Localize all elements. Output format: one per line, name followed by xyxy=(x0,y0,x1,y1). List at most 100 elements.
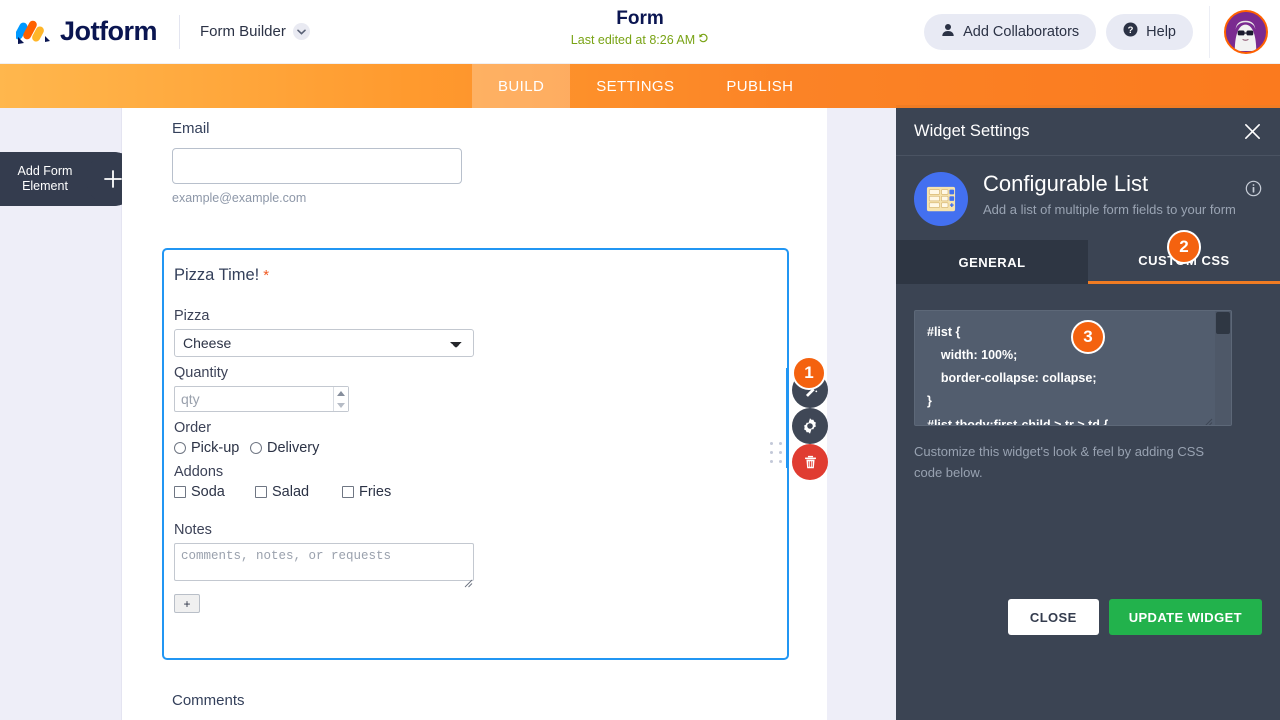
addon-option-salad[interactable]: Salad xyxy=(255,484,342,500)
order-option-pickup-label: Pick-up xyxy=(191,440,239,456)
notes-field-group: Notes + xyxy=(174,522,777,613)
tab-publish[interactable]: PUBLISH xyxy=(700,64,819,108)
addons-label: Addons xyxy=(174,464,777,480)
form-builder-menu[interactable]: Form Builder xyxy=(200,23,310,40)
element-action-toolbar: 1 xyxy=(792,372,828,480)
custom-css-help-text: Customize this widget's look & feel by a… xyxy=(914,442,1214,484)
add-form-element-button[interactable]: Add Form Element xyxy=(0,152,140,206)
widget-settings-tabs: GENERAL CUSTOM CSS xyxy=(896,240,1280,284)
tab-build[interactable]: BUILD xyxy=(472,64,570,108)
tab-settings-label: SETTINGS xyxy=(596,78,674,95)
chevron-down-icon xyxy=(293,23,310,40)
addons-field-group: Addons Soda Salad Fries xyxy=(174,464,777,500)
quantity-spinner[interactable] xyxy=(333,387,348,411)
add-collaborators-button[interactable]: Add Collaborators xyxy=(924,14,1096,50)
custom-css-scrollbar[interactable] xyxy=(1215,311,1231,425)
page-title: Form xyxy=(616,8,664,30)
widget-name: Configurable List xyxy=(983,172,1236,196)
addon-option-fries-label: Fries xyxy=(359,484,391,500)
canvas-right-gutter xyxy=(827,108,896,720)
builder-tabbar: BUILD SETTINGS PUBLISH xyxy=(0,64,1280,108)
add-list-row-button[interactable]: + xyxy=(174,594,200,613)
close-icon[interactable] xyxy=(1243,122,1262,141)
last-edited-text: Last edited at 8:26 AM xyxy=(571,33,695,47)
header-separator xyxy=(1209,6,1210,58)
pizza-field-group: Pizza Cheese xyxy=(174,308,777,357)
configurable-list-icon xyxy=(914,172,968,226)
email-sublabel: example@example.com xyxy=(172,191,502,205)
radio-icon-pickup[interactable] xyxy=(174,442,186,454)
left-rail: Add Form Element xyxy=(0,108,122,720)
tab-publish-label: PUBLISH xyxy=(726,78,793,95)
comments-label: Comments xyxy=(172,692,245,709)
tab-general[interactable]: GENERAL xyxy=(896,240,1088,284)
widget-settings-panel: Widget Settings xyxy=(896,105,1280,720)
pizza-card-title-text: Pizza Time! xyxy=(174,266,259,284)
info-icon[interactable] xyxy=(1245,180,1262,197)
quantity-field-group: Quantity xyxy=(174,365,777,412)
notes-textarea[interactable] xyxy=(174,543,474,581)
jotform-form-builder-app: Jotform Form Builder Form Last edited at… xyxy=(0,0,1280,720)
order-option-delivery[interactable]: Delivery xyxy=(250,440,319,456)
add-form-element-line1: Add Form xyxy=(18,164,73,178)
order-field-group: Order Pick-up Delivery xyxy=(174,420,777,456)
addon-option-fries[interactable]: Fries xyxy=(342,484,391,500)
email-field[interactable] xyxy=(172,148,462,184)
drag-handle-icon[interactable] xyxy=(770,442,784,465)
custom-css-scrollbar-thumb[interactable] xyxy=(1216,312,1230,334)
checkbox-icon-fries[interactable] xyxy=(342,486,354,498)
tab-general-label: GENERAL xyxy=(958,255,1025,270)
step-badge-2: 2 xyxy=(1167,230,1201,264)
question-mark-icon: ? xyxy=(1123,22,1138,41)
checkbox-icon-soda[interactable] xyxy=(174,486,186,498)
pizza-card-title: Pizza Time!* xyxy=(174,266,269,285)
header-divider xyxy=(179,15,180,49)
jotform-logo[interactable]: Jotform xyxy=(0,16,157,47)
jotform-logo-icon xyxy=(16,17,50,47)
order-label: Order xyxy=(174,420,777,436)
revert-icon[interactable] xyxy=(698,33,709,47)
tab-settings[interactable]: SETTINGS xyxy=(570,64,700,108)
order-option-pickup[interactable]: Pick-up xyxy=(174,440,250,456)
app-header: Jotform Form Builder Form Last edited at… xyxy=(0,0,1280,64)
header-actions: Add Collaborators ? Help xyxy=(924,6,1280,58)
avatar[interactable] xyxy=(1224,10,1268,54)
add-form-element-line2: Element xyxy=(22,179,68,193)
spinner-up-icon[interactable] xyxy=(337,391,345,396)
pizza-label: Pizza xyxy=(174,308,777,324)
radio-icon-delivery[interactable] xyxy=(250,442,262,454)
gear-icon[interactable] xyxy=(792,408,828,444)
close-button[interactable]: CLOSE xyxy=(1008,599,1099,635)
notes-label: Notes xyxy=(174,522,777,538)
card-selection-accent xyxy=(786,368,789,468)
widget-settings-header: Widget Settings xyxy=(896,108,1280,156)
form-builder-label: Form Builder xyxy=(200,23,286,40)
addon-option-soda-label: Soda xyxy=(191,484,225,500)
form-canvas: Email example@example.com Pizza Time!* P… xyxy=(122,108,827,720)
required-marker: * xyxy=(263,267,269,284)
configurable-list-widget-card[interactable]: Pizza Time!* Pizza Cheese Quantity xyxy=(162,248,789,660)
step-badge-3: 3 xyxy=(1071,320,1105,354)
configurable-list-body: Pizza Cheese Quantity xyxy=(174,308,777,621)
widget-settings-footer: CLOSE UPDATE WIDGET xyxy=(896,599,1280,635)
addons-options: Soda Salad Fries xyxy=(174,484,777,500)
add-form-element-label: Add Form Element xyxy=(8,164,82,194)
last-edited-status: Last edited at 8:26 AM xyxy=(571,33,709,47)
help-button[interactable]: ? Help xyxy=(1106,14,1193,50)
tab-build-label: BUILD xyxy=(498,78,544,95)
quantity-stepper[interactable] xyxy=(174,386,349,412)
update-widget-button[interactable]: UPDATE WIDGET xyxy=(1109,599,1262,635)
trash-icon[interactable] xyxy=(792,444,828,480)
order-options: Pick-up Delivery xyxy=(174,440,777,456)
add-collaborators-label: Add Collaborators xyxy=(963,24,1079,40)
person-icon xyxy=(941,23,955,41)
quantity-input[interactable] xyxy=(174,386,349,412)
checkbox-icon-salad[interactable] xyxy=(255,486,267,498)
addon-option-soda[interactable]: Soda xyxy=(174,484,255,500)
pizza-select[interactable]: Cheese xyxy=(174,329,474,357)
step-badge-1: 1 xyxy=(792,356,826,390)
widget-info: Configurable List Add a list of multiple… xyxy=(896,156,1280,240)
notes-textarea-wrap xyxy=(174,538,474,586)
spinner-down-icon[interactable] xyxy=(337,403,345,408)
order-option-delivery-label: Delivery xyxy=(267,440,319,456)
